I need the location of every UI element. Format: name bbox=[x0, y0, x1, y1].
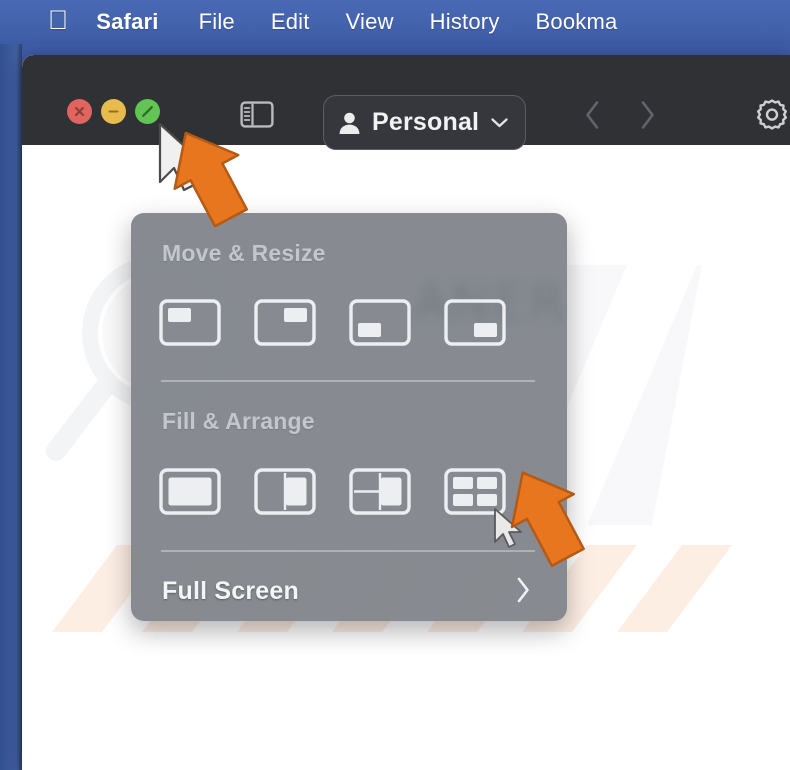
gear-icon bbox=[757, 99, 787, 130]
minimize-traffic-light[interactable] bbox=[101, 99, 126, 124]
window-quarters-side-icon bbox=[349, 467, 411, 515]
menu-item-edit[interactable]: Edit bbox=[271, 9, 310, 35]
menu-item-view[interactable]: View bbox=[346, 9, 394, 35]
full-screen-label: Full Screen bbox=[162, 577, 299, 605]
profile-button[interactable]: Personal bbox=[323, 95, 527, 150]
window-top-right-icon bbox=[254, 298, 316, 346]
settings-button[interactable] bbox=[752, 97, 790, 133]
maximize-arrows-icon bbox=[142, 106, 153, 117]
option-top-right[interactable] bbox=[254, 297, 349, 347]
window-fill-icon bbox=[159, 467, 221, 515]
person-icon bbox=[339, 112, 360, 134]
section-title-fill-arrange: Fill & Arrange bbox=[162, 408, 315, 434]
menu-divider-upper bbox=[161, 380, 535, 382]
chevron-left-icon bbox=[585, 101, 598, 129]
profile-label: Personal bbox=[372, 108, 480, 136]
option-quarters-and-side[interactable] bbox=[349, 466, 444, 516]
window-bottom-left-icon bbox=[349, 298, 411, 346]
window-split-halves-icon bbox=[254, 467, 316, 515]
zoom-traffic-light[interactable] bbox=[135, 99, 160, 124]
window-top-left-icon bbox=[159, 298, 221, 346]
option-left-and-right[interactable] bbox=[254, 466, 349, 516]
option-bottom-left[interactable] bbox=[349, 297, 444, 347]
move-resize-options bbox=[159, 297, 539, 347]
menu-item-bookmarks[interactable]: Bookma bbox=[536, 9, 618, 35]
desktop-wallpaper-strip bbox=[0, 0, 22, 770]
option-bottom-right[interactable] bbox=[444, 297, 539, 347]
menu-bar:  Safari File Edit View History Bookma bbox=[0, 0, 790, 44]
sidebar-toggle-icon bbox=[240, 100, 274, 128]
menu-divider-lower bbox=[161, 550, 535, 552]
option-fill[interactable] bbox=[159, 466, 254, 516]
option-four-quadrants[interactable] bbox=[444, 466, 539, 516]
chevron-right-icon bbox=[641, 101, 654, 129]
menu-item-history[interactable]: History bbox=[430, 9, 500, 35]
forward-button[interactable] bbox=[632, 99, 662, 131]
section-title-move-resize: Move & Resize bbox=[162, 240, 326, 266]
menu-item-safari[interactable]: Safari bbox=[96, 9, 158, 35]
chevron-down-icon bbox=[491, 118, 508, 128]
option-top-left[interactable] bbox=[159, 297, 254, 347]
browser-toolbar: Personal bbox=[22, 55, 790, 150]
close-traffic-light[interactable] bbox=[67, 99, 92, 124]
menu-item-full-screen[interactable]: Full Screen bbox=[131, 562, 567, 621]
close-x-icon bbox=[75, 107, 84, 116]
sidebar-toggle-button[interactable] bbox=[238, 99, 276, 129]
back-button[interactable] bbox=[577, 99, 607, 131]
safari-window: ANER bbox=[22, 55, 790, 770]
chevron-right-icon bbox=[517, 577, 529, 603]
minus-icon bbox=[108, 110, 119, 113]
menu-item-file[interactable]: File bbox=[199, 9, 235, 35]
window-bottom-right-icon bbox=[444, 298, 506, 346]
fill-arrange-options bbox=[159, 466, 539, 516]
window-four-quadrants-icon bbox=[444, 467, 506, 515]
apple-logo-icon[interactable]:  bbox=[48, 6, 68, 34]
window-management-menu: Move & Resize Fill & Arrange Full Screen bbox=[131, 213, 567, 621]
